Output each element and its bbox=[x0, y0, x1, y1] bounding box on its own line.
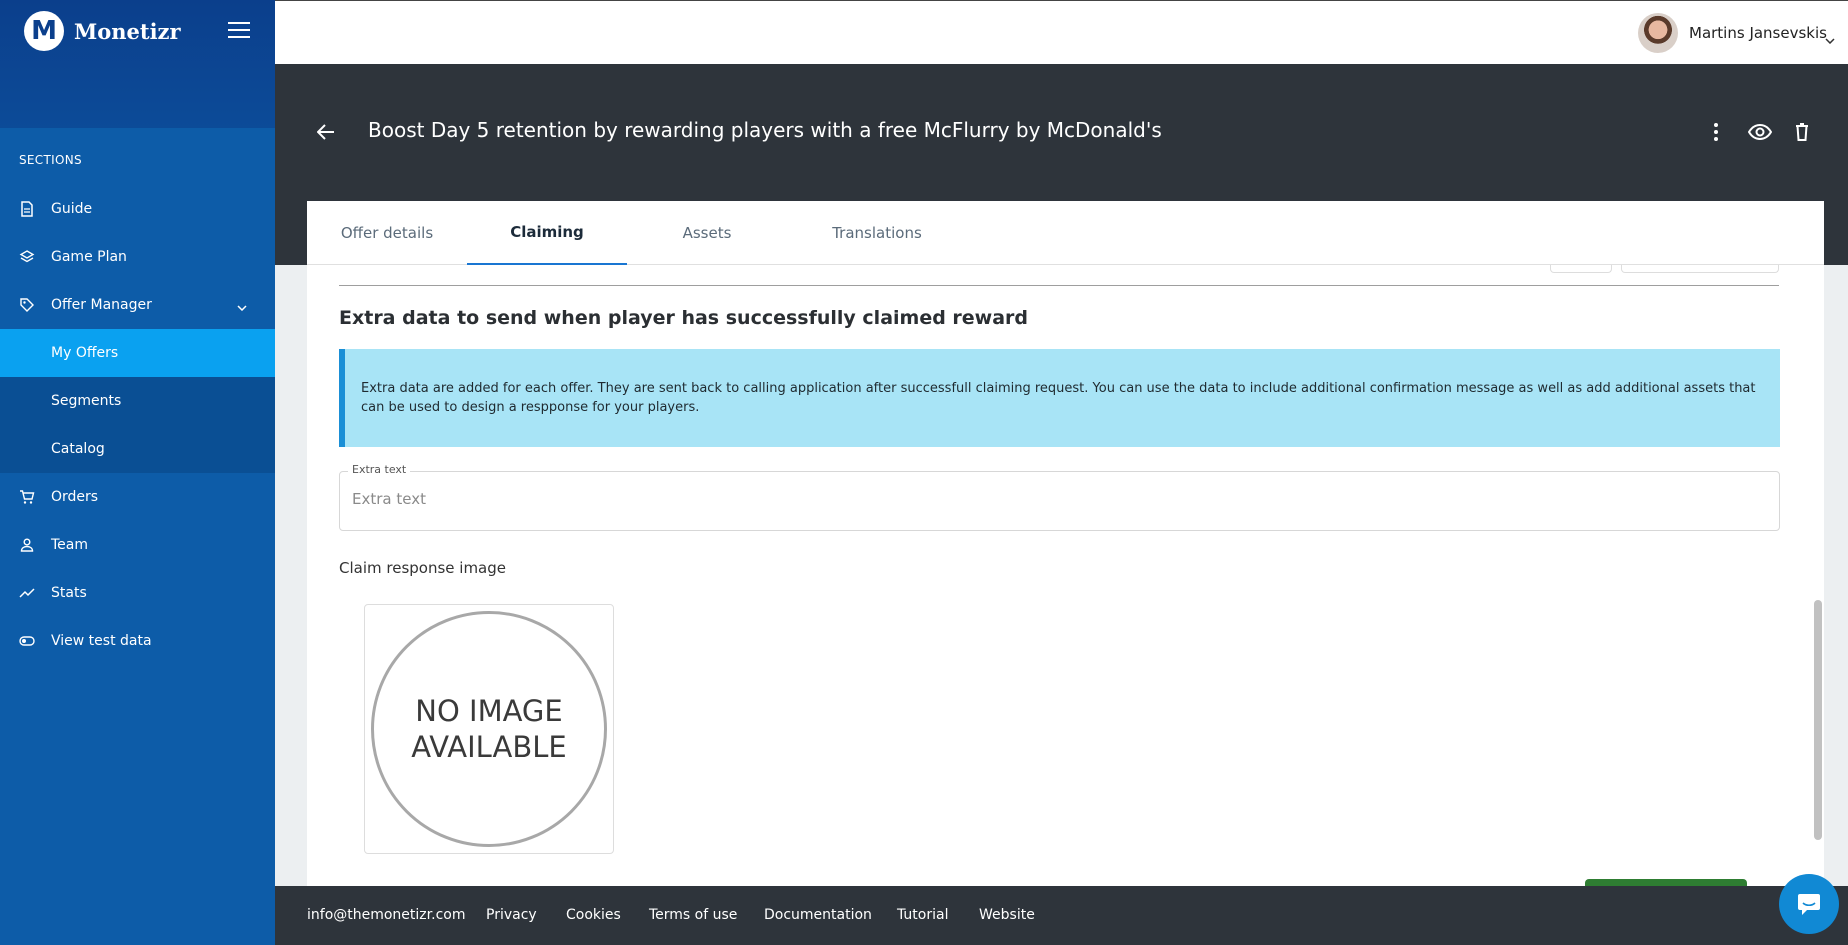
avatar[interactable] bbox=[1638, 13, 1678, 53]
tab-bar: Offer details Claiming Assets Translatio… bbox=[307, 201, 1824, 265]
footer-link-documentation[interactable]: Documentation bbox=[764, 907, 872, 923]
sidebar-item-game-plan[interactable]: Game Plan bbox=[0, 233, 275, 281]
chevron-down-icon[interactable] bbox=[1825, 29, 1835, 48]
more-vert-icon[interactable] bbox=[1713, 122, 1719, 146]
partial-button[interactable] bbox=[1550, 265, 1612, 273]
sidebar-item-label: Offer Manager bbox=[51, 297, 152, 313]
footer-link-website[interactable]: Website bbox=[979, 907, 1035, 923]
sidebar: M Monetizr SECTIONS Guide Game Plan Offe… bbox=[0, 0, 275, 945]
no-image-line: NO IMAGE bbox=[415, 694, 563, 728]
page-title: Boost Day 5 retention by rewarding playe… bbox=[368, 118, 1162, 142]
footer-link-email[interactable]: info@themonetizr.com bbox=[307, 907, 465, 923]
sidebar-item-my-offers[interactable]: My Offers bbox=[0, 329, 275, 377]
info-alert: Extra data are added for each offer. The… bbox=[339, 349, 1780, 447]
claim-image-upload[interactable]: NO IMAGE AVAILABLE bbox=[364, 604, 614, 854]
person-icon bbox=[19, 537, 35, 553]
section-title: Extra data to send when player has succe… bbox=[339, 307, 1029, 329]
offer-manager-submenu: My Offers Segments Catalog bbox=[0, 329, 275, 473]
footer-link-terms[interactable]: Terms of use bbox=[649, 907, 737, 923]
document-icon bbox=[19, 201, 35, 217]
sidebar-item-label: Team bbox=[51, 537, 89, 553]
logo[interactable]: M Monetizr bbox=[24, 11, 181, 51]
no-image-line: AVAILABLE bbox=[411, 730, 567, 764]
sidebar-item-offer-manager[interactable]: Offer Manager bbox=[0, 281, 275, 329]
sidebar-item-label: Segments bbox=[51, 393, 122, 409]
offer-card: Offer details Claiming Assets Translatio… bbox=[307, 201, 1824, 886]
save-button[interactable] bbox=[1585, 879, 1747, 886]
sidebar-item-stats[interactable]: Stats bbox=[0, 569, 275, 617]
tab-claiming[interactable]: Claiming bbox=[467, 201, 627, 265]
sidebar-item-segments[interactable]: Segments bbox=[0, 377, 275, 425]
extra-text-label: Extra text bbox=[348, 463, 411, 476]
sidebar-item-label: My Offers bbox=[51, 345, 119, 361]
username[interactable]: Martins Jansevskis bbox=[1689, 24, 1827, 42]
tag-icon bbox=[19, 297, 35, 313]
back-arrow-icon[interactable] bbox=[316, 124, 335, 144]
claim-image-label: Claim response image bbox=[339, 559, 506, 577]
extra-text-field[interactable]: Extra text bbox=[339, 463, 1780, 531]
logo-text: Monetizr bbox=[74, 18, 181, 44]
sidebar-item-catalog[interactable]: Catalog bbox=[0, 425, 275, 473]
footer-link-cookies[interactable]: Cookies bbox=[566, 907, 621, 923]
partial-button[interactable] bbox=[1621, 265, 1779, 273]
eye-icon[interactable] bbox=[1747, 123, 1773, 144]
footer-link-tutorial[interactable]: Tutorial bbox=[897, 907, 948, 923]
sidebar-item-label: View test data bbox=[51, 633, 152, 649]
sidebar-item-label: Catalog bbox=[51, 441, 105, 457]
scrollbar[interactable] bbox=[1814, 600, 1822, 840]
sidebar-item-guide[interactable]: Guide bbox=[0, 185, 275, 233]
tab-translations[interactable]: Translations bbox=[787, 201, 967, 265]
tab-assets[interactable]: Assets bbox=[627, 201, 787, 265]
chat-icon[interactable] bbox=[1779, 874, 1839, 934]
tab-offer-details[interactable]: Offer details bbox=[307, 201, 467, 265]
info-text: Extra data are added for each offer. The… bbox=[361, 381, 1756, 415]
sidebar-item-label: Orders bbox=[51, 489, 99, 505]
extra-text-input[interactable] bbox=[352, 490, 1752, 508]
trend-icon bbox=[19, 585, 35, 601]
footer: info@themonetizr.com Privacy Cookies Ter… bbox=[275, 886, 1848, 945]
menu-toggle-icon[interactable] bbox=[228, 22, 250, 38]
layers-icon bbox=[19, 249, 35, 265]
sidebar-item-view-test-data[interactable]: View test data bbox=[0, 617, 275, 665]
footer-link-privacy[interactable]: Privacy bbox=[486, 907, 537, 923]
sidebar-item-team[interactable]: Team bbox=[0, 521, 275, 569]
toggle-icon bbox=[19, 633, 35, 649]
no-image-placeholder: NO IMAGE AVAILABLE bbox=[371, 611, 607, 847]
top-bar: Martins Jansevskis bbox=[275, 0, 1848, 64]
cart-icon bbox=[19, 489, 35, 505]
sidebar-header: M Monetizr bbox=[0, 0, 275, 128]
chevron-down-icon bbox=[237, 299, 247, 315]
sidebar-item-label: Guide bbox=[51, 201, 93, 217]
trash-icon[interactable] bbox=[1795, 123, 1809, 145]
sections-label: SECTIONS bbox=[19, 153, 82, 167]
divider bbox=[339, 285, 1779, 286]
sidebar-item-label: Stats bbox=[51, 585, 87, 601]
sidebar-item-label: Game Plan bbox=[51, 249, 127, 265]
logo-mark: M bbox=[24, 11, 64, 51]
sidebar-item-orders[interactable]: Orders bbox=[0, 473, 275, 521]
